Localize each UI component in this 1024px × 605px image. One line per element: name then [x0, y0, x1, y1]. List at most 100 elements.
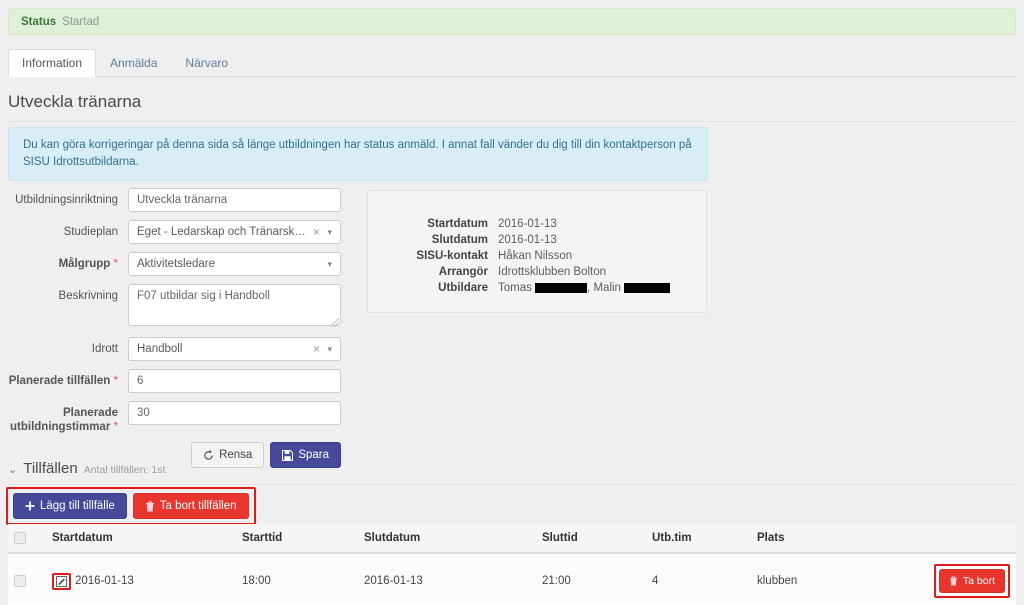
studieplan-value: Eget - Ledarskap och Tränarskap: [137, 226, 308, 238]
redaction-bar: [624, 282, 671, 293]
th-startdatum[interactable]: Startdatum: [46, 524, 236, 555]
summary-label: Slutdatum: [431, 234, 488, 246]
th-plats[interactable]: Plats: [751, 524, 906, 555]
status-label: Status: [21, 15, 57, 28]
add-tillfalle-button[interactable]: Lägg till tillfälle: [13, 493, 127, 519]
row-delete-annotation: Ta bort: [933, 564, 1010, 599]
chevron-down-icon[interactable]: ▾: [327, 253, 332, 275]
cell-starttid: 18:00: [236, 553, 358, 605]
studieplan-select[interactable]: Eget - Ledarskap och Tränarskap × ▾: [128, 220, 341, 244]
summary-label: Arrangör: [438, 266, 488, 278]
summary-row: SISU-kontakt Håkan Nilsson: [368, 249, 706, 264]
summary-value: 2016-01-13: [498, 234, 557, 246]
label-planerade-tillfallen: Planerade tillfällen *: [0, 369, 128, 388]
tillfallen-table: Startdatum Starttid Slutdatum Sluttid Ut…: [8, 524, 1016, 605]
edit-tillfalle-annotation[interactable]: [52, 572, 71, 590]
idrott-select[interactable]: Handboll × ▾: [128, 337, 341, 361]
label-planerade-tillfallen-text: Planerade tillfällen: [8, 375, 111, 387]
delete-tillfallen-button[interactable]: Ta bort tillfällen: [132, 493, 249, 519]
table-head: Startdatum Starttid Slutdatum Sluttid Ut…: [8, 524, 1016, 555]
field-studieplan: Studieplan Eget - Ledarskap och Tränarsk…: [0, 220, 360, 244]
status-value: Startad: [62, 15, 100, 28]
beskrivning-wrap: [128, 284, 341, 329]
save-icon: [282, 449, 294, 461]
malgrupp-value: Aktivitetsledare: [137, 258, 215, 270]
required-marker: *: [113, 421, 118, 433]
summary-label: Startdatum: [427, 218, 488, 230]
clear-icon[interactable]: ×: [313, 338, 320, 360]
summary-label: Utbildare: [438, 282, 488, 294]
th-utbtim[interactable]: Utb.tim: [646, 524, 751, 555]
planerade-utbildningstimmar-input[interactable]: [128, 401, 341, 425]
summary-row: Arrangör Idrottsklubben Bolton: [368, 265, 706, 280]
select-all-checkbox[interactable]: [14, 532, 26, 544]
chevron-down-icon[interactable]: ⌄: [8, 463, 17, 476]
plus-icon: [25, 501, 35, 511]
summary-value: Idrottsklubben Bolton: [498, 266, 607, 278]
chevron-down-icon[interactable]: ▾: [327, 338, 332, 360]
required-marker: *: [113, 258, 118, 270]
tab-information[interactable]: Information: [8, 49, 97, 77]
th-starttid[interactable]: Starttid: [236, 524, 358, 555]
summary-value-redacted: Tomas , Malin: [498, 281, 671, 296]
education-form: Utbildningsinriktning Studieplan Eget - …: [0, 188, 360, 468]
label-studieplan: Studieplan: [63, 226, 118, 238]
add-tillfalle-label: Lägg till tillfälle: [40, 500, 115, 512]
summary-value: 2016-01-13: [498, 218, 557, 230]
trash-icon: [145, 501, 155, 512]
delete-tillfallen-label: Ta bort tillfällen: [159, 500, 237, 512]
cell-startdatum: 2016-01-13: [46, 553, 236, 605]
label-utbildningsinriktning: Utbildningsinriktning: [15, 194, 118, 206]
cell-sluttid: 21:00: [536, 553, 646, 605]
table-body: 2016-01-13 18:00 2016-01-13 21:00 4 klub…: [8, 553, 1016, 605]
page-title: Utveckla tränarna: [8, 92, 1016, 122]
malgrupp-select[interactable]: Aktivitetsledare ▾: [128, 252, 341, 276]
tab-narvaro[interactable]: Närvaro: [171, 49, 242, 77]
summary-row: Utbildare Tomas , Malin: [368, 281, 706, 296]
status-alert: Status Startad: [8, 8, 1016, 35]
row-delete-label: Ta bort: [962, 575, 995, 588]
cell-actions: Ta bort: [906, 553, 1016, 605]
summary-label: SISU-kontakt: [416, 250, 488, 262]
label-malgrupp: Målgrupp *: [0, 252, 128, 271]
edit-icon[interactable]: [56, 575, 67, 587]
row-delete-button[interactable]: Ta bort: [938, 569, 1005, 594]
utbildningsinriktning-input[interactable]: [128, 188, 341, 212]
redaction-bar: [535, 282, 588, 293]
summary-value: Håkan Nilsson: [498, 250, 573, 262]
summary-panel: Startdatum 2016-01-13 Slutdatum 2016-01-…: [367, 190, 707, 313]
tillfallen-section-header: ⌄ Tillfällen Antal tillfällen: 1st: [8, 460, 1016, 485]
th-select-all: [8, 524, 46, 555]
th-actions: [906, 524, 1016, 555]
field-malgrupp: Målgrupp * Aktivitetsledare ▾: [0, 252, 360, 276]
cell-utbtim: 4: [646, 553, 751, 605]
required-marker: *: [113, 375, 118, 387]
label-planerade-utbildningstimmar: Planerade utbildningstimmar *: [0, 401, 128, 434]
row-checkbox[interactable]: [14, 575, 26, 588]
beskrivning-textarea[interactable]: [128, 284, 341, 326]
planerade-tillfallen-input[interactable]: [128, 369, 341, 393]
startdatum-value: 2016-01-13: [75, 575, 134, 588]
field-idrott: Idrott Handboll × ▾: [0, 337, 360, 361]
cell-slutdatum: 2016-01-13: [358, 553, 536, 605]
label-planerade-utbildningstimmar-text: Planerade utbildningstimmar: [10, 407, 118, 433]
tillfallen-actions-annotation: Lägg till tillfälle Ta bort tillfällen: [6, 487, 256, 525]
cell-plats: klubben: [751, 553, 906, 605]
summary-row: Startdatum 2016-01-13: [368, 217, 706, 232]
field-planerade-tillfallen: Planerade tillfällen *: [0, 369, 360, 393]
row-select-cell: [8, 553, 46, 605]
tillfallen-count: Antal tillfällen: 1st: [83, 464, 166, 476]
app-page: Status Startad Information Anmälda Närva…: [0, 0, 1024, 605]
label-malgrupp-text: Målgrupp: [58, 258, 111, 270]
field-utbildningsinriktning: Utbildningsinriktning: [0, 188, 360, 212]
table-header-row: Startdatum Starttid Slutdatum Sluttid Ut…: [8, 524, 1016, 555]
table-row: 2016-01-13 18:00 2016-01-13 21:00 4 klub…: [8, 553, 1016, 605]
chevron-down-icon[interactable]: ▾: [327, 221, 332, 243]
field-beskrivning: Beskrivning: [0, 284, 360, 329]
idrott-value: Handboll: [137, 343, 183, 355]
clear-icon[interactable]: ×: [313, 221, 320, 243]
th-sluttid[interactable]: Sluttid: [536, 524, 646, 555]
summary-row: Slutdatum 2016-01-13: [368, 233, 706, 248]
tab-anmalda[interactable]: Anmälda: [96, 49, 171, 77]
th-slutdatum[interactable]: Slutdatum: [358, 524, 536, 555]
